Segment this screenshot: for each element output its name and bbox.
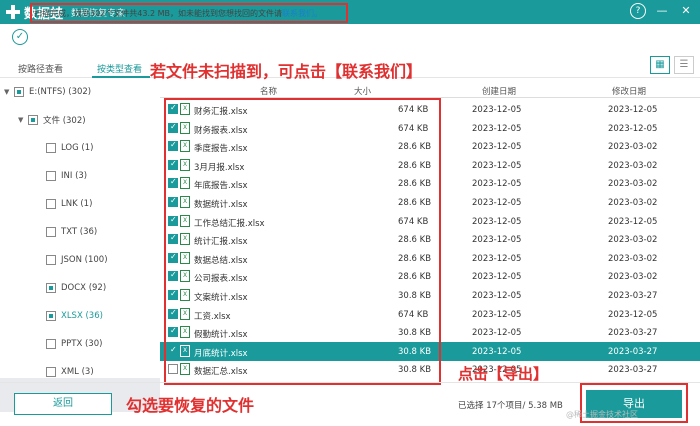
tree-checkbox[interactable] [46,227,56,237]
footer-bar: 返回 已选择 17个项目/ 5.38 MB 导出 @稀土掘金技术社区 [0,382,700,426]
file-modified: 2023-03-27 [608,291,658,301]
file-created: 2023-12-05 [472,346,522,357]
file-modified: 2023-12-05 [608,216,658,227]
file-created: 2023-12-05 [472,179,522,190]
annotation-check-files: 勾选要恢复的文件 [126,396,255,415]
app-logo-icon [6,5,20,19]
column-name-header[interactable]: 名称 [260,85,277,97]
tree-item-lnk[interactable]: LNK (1) [46,196,92,212]
tree-checkbox[interactable] [46,283,56,293]
file-created: 2023-12-05 [472,160,522,171]
list-view-icon[interactable]: ☰ [674,56,694,74]
chevron-down-icon[interactable]: ▼ [4,88,14,96]
tree-item-label: JSON (100) [61,255,108,265]
tree-item-label: 文件 (302) [43,116,86,126]
help-icon[interactable]: ? [630,3,646,19]
minimize-icon[interactable]: — [654,3,670,19]
tree-item-xml[interactable]: XML (3) [46,364,94,380]
file-modified: 2023-03-02 [608,142,658,153]
file-created: 2023-12-05 [472,309,522,320]
tree-checkbox[interactable] [46,367,56,377]
file-created: 2023-12-05 [472,105,522,115]
selection-info: 已选择 17个项目/ 5.38 MB [458,401,563,411]
file-created: 2023-12-05 [472,198,522,208]
file-created: 2023-12-05 [472,235,522,246]
status-message: 扫描完成，找到302个文件共43.2 MB，如未能找到您想找回的文件请 [34,9,283,18]
tab-by-type[interactable]: 按类型查看 [97,62,142,75]
file-modified: 2023-03-02 [608,272,658,283]
watermark: @稀土掘金技术社区 [566,410,638,419]
tree-item-label: TXT (36) [61,227,98,237]
check-circle-icon: ✓ [12,29,28,45]
file-modified: 2023-12-05 [608,105,658,115]
tree-item-label: XLSX (36) [61,311,103,321]
tree-item-ini[interactable]: INI (3) [46,168,87,184]
file-created: 2023-12-05 [472,291,522,301]
file-modified: 2023-03-02 [608,198,658,208]
tree-checkbox[interactable] [46,143,56,153]
file-modified: 2023-12-05 [608,309,658,320]
table-header: 名称 大小 创建日期 修改日期 [160,80,700,98]
file-created: 2023-12-05 [472,216,522,227]
tree-item-label: DOCX (92) [61,283,107,293]
column-size-header[interactable]: 大小 [354,85,371,97]
tree-item-label: PPTX (30) [61,339,103,349]
back-button[interactable]: 返回 [14,393,112,415]
tree-checkbox[interactable] [46,171,56,181]
file-modified: 2023-03-02 [608,235,658,246]
file-modified: 2023-03-27 [608,346,658,357]
grid-view-icon[interactable]: ▦ [650,56,670,74]
annotation-export: 点击【导出】 [458,365,549,383]
contact-us-link[interactable]: 联系我们。 [282,9,322,18]
file-modified: 2023-03-02 [608,179,658,190]
file-modified: 2023-03-02 [608,253,658,264]
column-modified-header[interactable]: 修改日期 [612,85,646,97]
tab-by-path[interactable]: 按路径查看 [18,62,63,75]
file-modified: 2023-03-27 [608,328,658,339]
tree-item-pptx[interactable]: PPTX (30) [46,336,102,352]
tree-item-docx[interactable]: DOCX (92) [46,280,106,296]
active-tab-indicator [92,76,150,78]
file-modified: 2023-03-27 [608,365,658,376]
file-modified: 2023-03-02 [608,160,658,171]
file-created: 2023-12-05 [472,142,522,153]
scan-status-text: 扫描完成，找到302个文件共43.2 MB，如未能找到您想找回的文件请联系我们。 [34,8,322,19]
file-created: 2023-12-05 [472,328,522,339]
tree-item-log[interactable]: LOG (1) [46,140,93,156]
annotation-contact: 若文件未扫描到，可点击【联系我们】 [150,62,423,81]
scan-status-bar: ✓ [0,24,700,50]
tree-item-label: XML (3) [61,367,94,377]
tree-checkbox[interactable] [46,339,56,349]
close-icon[interactable]: ✕ [678,3,694,19]
tree-checkbox[interactable] [46,255,56,265]
files-highlight-box [164,98,441,385]
tree-item-label: INI (3) [61,171,88,181]
tree-item-drive[interactable]: ▼ E:(NTFS) (302) [4,84,91,100]
file-type-tree: ▼ E:(NTFS) (302) ▼ 文件 (302) LOG (1) INI (3… [0,80,160,412]
tree-checkbox[interactable] [14,87,24,97]
tree-item-json[interactable]: JSON (100) [46,252,108,268]
tree-checkbox[interactable] [46,311,56,321]
tree-checkbox[interactable] [28,115,38,125]
chevron-down-icon[interactable]: ▼ [18,116,28,124]
column-created-header[interactable]: 创建日期 [482,85,516,97]
file-created: 2023-12-05 [472,123,522,134]
tree-item-txt[interactable]: TXT (36) [46,224,97,240]
tree-item-xlsx[interactable]: XLSX (36) [46,308,103,324]
tree-item-label: LOG (1) [61,143,94,153]
tree-item-label: E:(NTFS) (302) [29,87,92,97]
file-modified: 2023-12-05 [608,123,658,134]
tree-item-files[interactable]: ▼ 文件 (302) [18,112,86,128]
tree-item-label: LNK (1) [61,199,93,209]
tree-checkbox[interactable] [46,199,56,209]
file-created: 2023-12-05 [472,253,522,264]
file-created: 2023-12-05 [472,272,522,283]
